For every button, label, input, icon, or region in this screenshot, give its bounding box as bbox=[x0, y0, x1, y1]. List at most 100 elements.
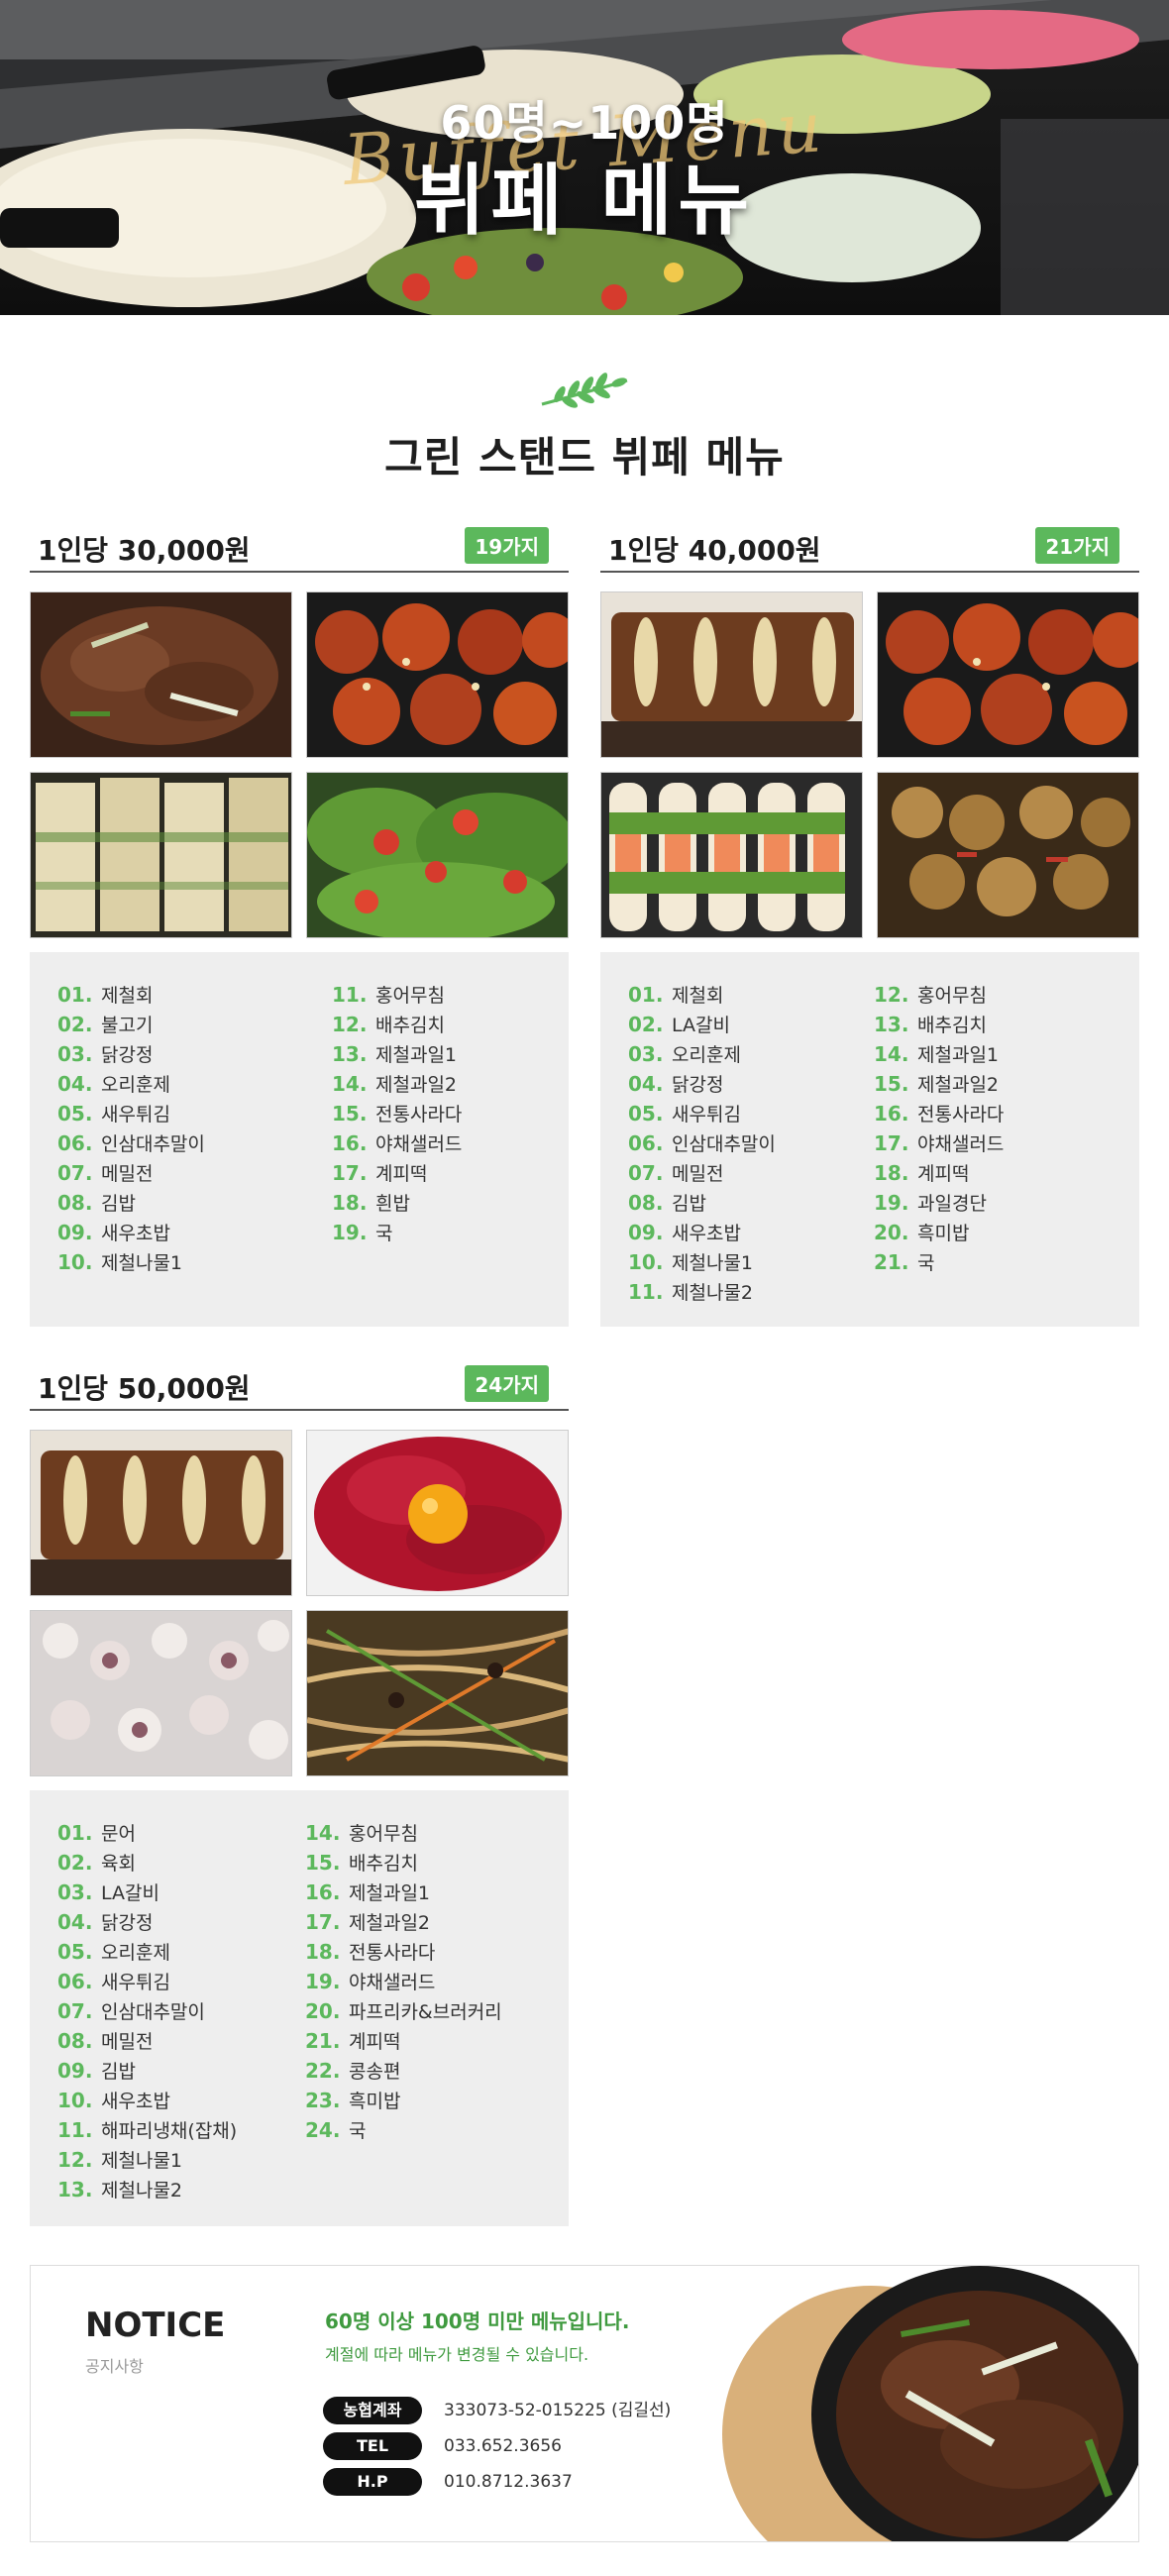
notice-message-secondary: 계절에 따라 메뉴가 변경될 수 있습니다. bbox=[325, 2345, 589, 2364]
plan-30000: 1인당 30,000원 19가지 01. 제철회 02. 불고기 03. 닭강정… bbox=[30, 523, 569, 1327]
menu-item: 18. 전통사라다 bbox=[305, 1940, 436, 1964]
menu-item: 16. 전통사라다 bbox=[874, 1102, 1005, 1126]
menu-item: 13. 배추김치 bbox=[874, 1013, 987, 1036]
menu-item: 09. 새우초밥 bbox=[628, 1221, 741, 1244]
menu-item: 12. 홍어무침 bbox=[874, 983, 987, 1007]
menu-item: 08. 메밀전 bbox=[57, 2029, 154, 2053]
menu-item: 16. 야채샐러드 bbox=[332, 1131, 463, 1155]
phone-number[interactable]: 033.652.3656 bbox=[444, 2432, 562, 2460]
item-count-badge: 24가지 bbox=[465, 1365, 549, 1402]
menu-item: 04. 닭강정 bbox=[628, 1072, 724, 1096]
menu-item: 21. 계피떡 bbox=[305, 2029, 401, 2053]
photo-chicken bbox=[877, 591, 1139, 758]
item-count-badge: 19가지 bbox=[465, 527, 549, 564]
food-photos bbox=[30, 591, 569, 948]
menu-item: 12. 배추김치 bbox=[332, 1013, 445, 1036]
menu-list: 01. 문어 02. 육회 03. LA갈비 04. 닭강정 05. 오리훈제 06. 새우… bbox=[30, 1790, 569, 2226]
menu-item: 17. 계피떡 bbox=[332, 1161, 428, 1185]
menu-item: 10. 제철나물1 bbox=[628, 1250, 754, 1274]
notice-title: NOTICE bbox=[85, 2306, 226, 2345]
photo-la-galbi bbox=[30, 1430, 292, 1596]
menu-item: 17. 야채샐러드 bbox=[874, 1131, 1005, 1155]
menu-item: 15. 제철과일2 bbox=[874, 1072, 1000, 1096]
photo-la-galbi bbox=[600, 591, 863, 758]
photo-bulgogi-dish bbox=[722, 2266, 1138, 2541]
menu-item: 04. 닭강정 bbox=[57, 1910, 154, 1934]
food-photos bbox=[600, 591, 1139, 948]
plan-header: 1인당 30,000원 19가지 bbox=[30, 523, 569, 573]
menu-item: 08. 김밥 bbox=[628, 1191, 706, 1215]
notice-panel: NOTICE 공지사항 60명 이상 100명 미만 메뉴입니다. 계절에 따라… bbox=[30, 2265, 1139, 2542]
menu-item: 14. 제철과일2 bbox=[332, 1072, 458, 1096]
leaf-icon bbox=[541, 373, 628, 408]
plan-40000: 1인당 40,000원 21가지 01. 제철회 02. LA갈비 03. 오리… bbox=[600, 523, 1139, 1327]
photo-bulgogi bbox=[30, 591, 292, 758]
contact-label: H.P bbox=[323, 2468, 422, 2496]
menu-item: 02. LA갈비 bbox=[628, 1013, 730, 1036]
menu-item: 05. 새우튀김 bbox=[57, 1102, 170, 1126]
menu-item: 03. LA갈비 bbox=[57, 1880, 159, 1904]
photo-octopus bbox=[30, 1610, 292, 1776]
menu-item: 02. 육회 bbox=[57, 1851, 136, 1875]
menu-item: 18. 흰밥 bbox=[332, 1191, 410, 1215]
plan-header: 1인당 50,000원 24가지 bbox=[30, 1361, 569, 1411]
menu-item: 04. 오리훈제 bbox=[57, 1072, 170, 1096]
hero-banner: Buffet Menu 60명~100명 뷔페 메뉴 bbox=[0, 0, 1169, 315]
menu-item: 17. 제철과일2 bbox=[305, 1910, 431, 1934]
menu-item: 15. 전통사라다 bbox=[332, 1102, 463, 1126]
menu-item: 06. 새우튀김 bbox=[57, 1970, 170, 1993]
bank-account: 333073-52-015225 (김길선) bbox=[444, 2401, 672, 2420]
menu-item: 07. 인삼대추말이 bbox=[57, 1999, 205, 2023]
menu-item: 05. 오리훈제 bbox=[57, 1940, 170, 1964]
notice-subtitle: 공지사항 bbox=[85, 2357, 144, 2376]
menu-item: 15. 배추김치 bbox=[305, 1851, 418, 1875]
photo-yukhoe bbox=[306, 1430, 569, 1596]
menu-item: 06. 인삼대추말이 bbox=[57, 1131, 205, 1155]
menu-item: 10. 새우초밥 bbox=[57, 2089, 170, 2112]
menu-list: 01. 제철회 02. LA갈비 03. 오리훈제 04. 닭강정 05. 새우튀김 06… bbox=[600, 952, 1139, 1327]
menu-item: 03. 닭강정 bbox=[57, 1042, 154, 1066]
menu-item: 02. 불고기 bbox=[57, 1013, 154, 1036]
menu-item: 07. 메밀전 bbox=[57, 1161, 154, 1185]
photo-walnut bbox=[877, 772, 1139, 938]
menu-item: 09. 새우초밥 bbox=[57, 1221, 170, 1244]
menu-item: 22. 콩송편 bbox=[305, 2059, 401, 2083]
photo-buckwheat-pancake bbox=[30, 772, 292, 938]
menu-item: 11. 홍어무침 bbox=[332, 983, 445, 1007]
item-count-badge: 21가지 bbox=[1035, 527, 1119, 564]
menu-item: 01. 제철회 bbox=[57, 983, 154, 1007]
photo-chicken bbox=[306, 591, 569, 758]
menu-item: 24. 국 bbox=[305, 2118, 367, 2142]
menu-column-right: 12. 홍어무침 13. 배추김치 14. 제철과일1 15. 제철과일2 16. 전통사… bbox=[874, 980, 1004, 1277]
photo-japchae bbox=[306, 1610, 569, 1776]
contact-label: TEL bbox=[323, 2432, 422, 2460]
plan-price: 1인당 30,000원 bbox=[38, 534, 251, 567]
menu-item: 05. 새우튀김 bbox=[628, 1102, 741, 1126]
menu-list: 01. 제철회 02. 불고기 03. 닭강정 04. 오리훈제 05. 새우튀김 06.… bbox=[30, 952, 569, 1327]
menu-item: 11. 해파리냉채(잡채) bbox=[57, 2118, 238, 2142]
plan-price: 1인당 40,000원 bbox=[608, 534, 821, 567]
menu-item: 01. 문어 bbox=[57, 1821, 136, 1845]
menu-item: 10. 제철나물1 bbox=[57, 1250, 183, 1274]
menu-item: 12. 제철나물1 bbox=[57, 2148, 183, 2172]
menu-column-right: 14. 홍어무침 15. 배추김치 16. 제철과일1 17. 제철과일2 18. 전통사… bbox=[305, 1818, 502, 2145]
menu-item: 19. 야채샐러드 bbox=[305, 1970, 436, 1993]
menu-column-left: 01. 문어 02. 육회 03. LA갈비 04. 닭강정 05. 오리훈제 06. 새우… bbox=[57, 1818, 237, 2204]
food-photos bbox=[30, 1430, 569, 1786]
notice-message: 60명 이상 100명 미만 메뉴입니다. bbox=[325, 2309, 630, 2333]
menu-item: 14. 홍어무침 bbox=[305, 1821, 418, 1845]
menu-item: 16. 제철과일1 bbox=[305, 1880, 431, 1904]
menu-column-left: 01. 제철회 02. 불고기 03. 닭강정 04. 오리훈제 05. 새우튀김 06.… bbox=[57, 980, 205, 1277]
photo-shrimp-sushi bbox=[600, 772, 863, 938]
plan-header: 1인당 40,000원 21가지 bbox=[600, 523, 1139, 573]
menu-item: 20. 흑미밥 bbox=[874, 1221, 970, 1244]
mobile-number[interactable]: 010.8712.3637 bbox=[444, 2468, 573, 2496]
menu-column-left: 01. 제철회 02. LA갈비 03. 오리훈제 04. 닭강정 05. 새우튀김 06… bbox=[628, 980, 776, 1307]
contact-label: 농협계좌 bbox=[323, 2397, 422, 2424]
menu-item: 20. 파프리카&브러커리 bbox=[305, 1999, 502, 2023]
menu-item: 11. 제철나물2 bbox=[628, 1280, 754, 1304]
menu-item: 09. 김밥 bbox=[57, 2059, 136, 2083]
menu-item: 03. 오리훈제 bbox=[628, 1042, 741, 1066]
menu-item: 13. 제철나물2 bbox=[57, 2178, 183, 2201]
plan-50000: 1인당 50,000원 24가지 01. 문어 02. 육회 03. LA갈비 … bbox=[30, 1361, 569, 2226]
